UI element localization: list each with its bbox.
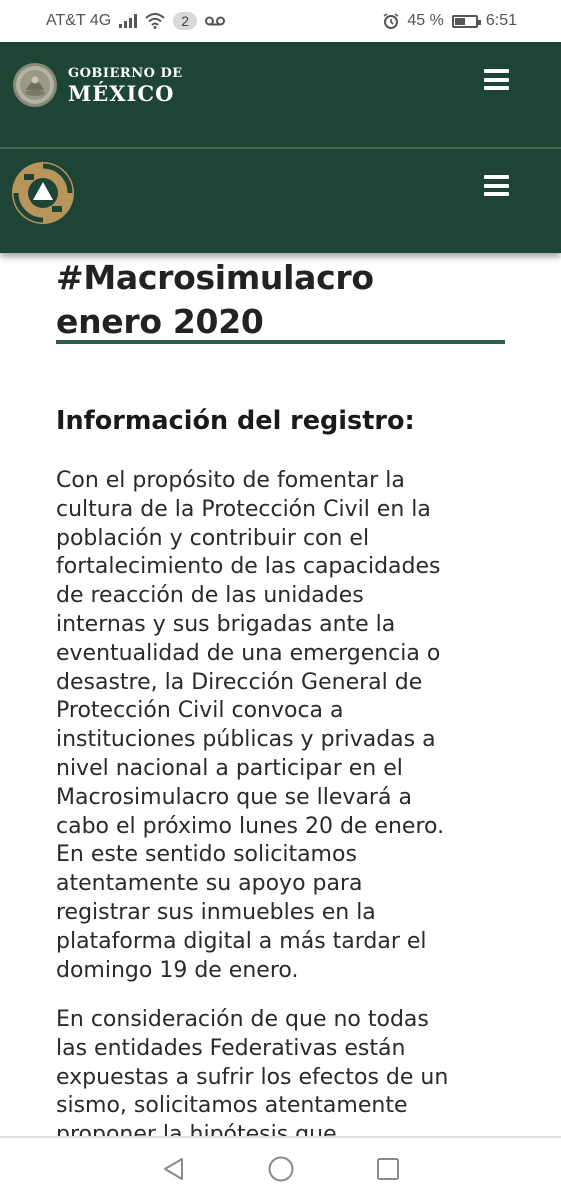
battery-percent: 45 % bbox=[407, 12, 444, 29]
gov-logo[interactable]: GOBIERNO DE MÉXICO bbox=[12, 62, 183, 108]
paragraph-2: En consideración de que no todas las ent… bbox=[56, 1007, 449, 1136]
sim-badge: 2 bbox=[173, 12, 197, 30]
menu-line bbox=[484, 192, 509, 196]
nav-bar bbox=[0, 1136, 561, 1200]
alarm-icon bbox=[383, 13, 399, 29]
gov-line1: GOBIERNO DE bbox=[68, 65, 183, 81]
back-triangle-icon bbox=[163, 1158, 183, 1180]
status-right: 45 % 6:51 bbox=[383, 12, 517, 30]
wifi-icon bbox=[145, 13, 165, 29]
article-title: #Macrosimulacro enero 2020 bbox=[56, 256, 374, 344]
home-button[interactable] bbox=[266, 1154, 296, 1184]
voicemail-icon bbox=[205, 16, 225, 26]
title-line2: enero 2020 bbox=[56, 302, 264, 341]
title-underline bbox=[56, 340, 505, 344]
article-content[interactable]: #Macrosimulacro enero 2020 Información d… bbox=[0, 253, 561, 1136]
menu-line bbox=[484, 69, 509, 73]
pc-header bbox=[0, 149, 561, 253]
back-button[interactable] bbox=[159, 1154, 189, 1184]
battery-icon bbox=[451, 14, 481, 28]
title-line1: #Macrosimulacro bbox=[56, 258, 374, 297]
status-left: AT&T 4G 2 bbox=[46, 12, 225, 30]
proteccion-civil-logo-icon[interactable] bbox=[10, 160, 76, 226]
paragraph-1: Con el propósito de fomentar la cultura … bbox=[56, 468, 445, 983]
carrier-label: AT&T 4G bbox=[46, 12, 112, 29]
pc-menu-button[interactable] bbox=[484, 175, 509, 196]
section-heading: Información del registro: bbox=[56, 406, 415, 436]
gov-line2: MÉXICO bbox=[68, 80, 175, 106]
gov-menu-button[interactable] bbox=[484, 69, 509, 90]
menu-line bbox=[484, 175, 509, 179]
recents-square-icon bbox=[376, 1158, 399, 1180]
menu-line bbox=[484, 86, 509, 90]
status-bar: AT&T 4G 2 45 % 6:51 bbox=[0, 0, 561, 42]
battery-fill bbox=[454, 17, 465, 25]
clock: 6:51 bbox=[485, 12, 517, 29]
signal-icon bbox=[119, 14, 138, 28]
recents-button[interactable] bbox=[373, 1154, 403, 1184]
mexico-seal-icon bbox=[13, 63, 57, 107]
menu-line bbox=[484, 77, 509, 82]
menu-line bbox=[484, 183, 509, 188]
gov-wordmark: GOBIERNO DE MÉXICO bbox=[68, 67, 183, 104]
gov-header: GOBIERNO DE MÉXICO bbox=[0, 42, 561, 147]
home-circle-icon bbox=[268, 1156, 293, 1182]
